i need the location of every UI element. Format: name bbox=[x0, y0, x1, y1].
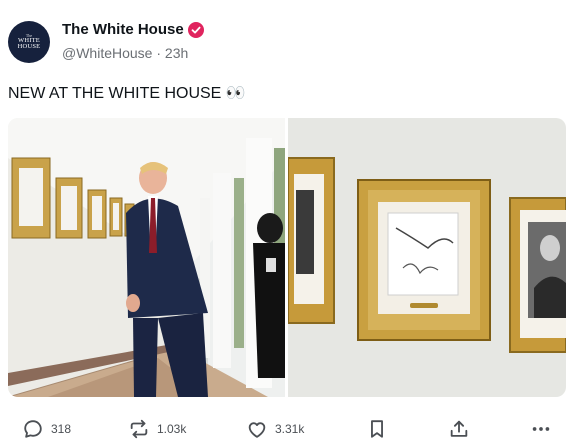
like-button[interactable]: 3.31k bbox=[246, 415, 304, 443]
like-count: 3.31k bbox=[275, 422, 305, 436]
bookmark-button[interactable] bbox=[366, 415, 388, 443]
verified-badge-icon bbox=[187, 21, 204, 38]
repost-count: 1.03k bbox=[157, 422, 187, 436]
photo-framed-items[interactable] bbox=[288, 118, 566, 397]
repost-icon bbox=[130, 419, 148, 439]
share-button[interactable] bbox=[448, 415, 470, 443]
more-button[interactable] bbox=[530, 415, 552, 443]
bookmark-icon bbox=[371, 420, 383, 438]
reply-icon bbox=[24, 420, 42, 438]
author-name-row: The White House bbox=[62, 21, 204, 38]
photo-colonnade[interactable] bbox=[8, 118, 285, 397]
author-name[interactable]: The White House bbox=[62, 21, 184, 38]
avatar-seal-line-2: HOUSE bbox=[17, 43, 41, 50]
reply-button[interactable]: 318 bbox=[22, 415, 71, 443]
share-icon bbox=[450, 420, 468, 437]
post-text: NEW AT THE WHITE HOUSE 👀 bbox=[8, 85, 246, 102]
more-icon bbox=[532, 427, 550, 431]
heart-icon bbox=[248, 422, 266, 438]
repost-button[interactable]: 1.03k bbox=[128, 415, 186, 443]
avatar[interactable]: The WHITE HOUSE bbox=[8, 21, 50, 63]
author-handle-time[interactable]: @WhiteHouse · 23h bbox=[62, 45, 188, 61]
post-actions: 318 1.03k 3.31k bbox=[0, 415, 571, 443]
reply-count: 318 bbox=[51, 422, 72, 436]
avatar-seal-top: The bbox=[25, 32, 33, 38]
post-media[interactable] bbox=[8, 118, 566, 397]
